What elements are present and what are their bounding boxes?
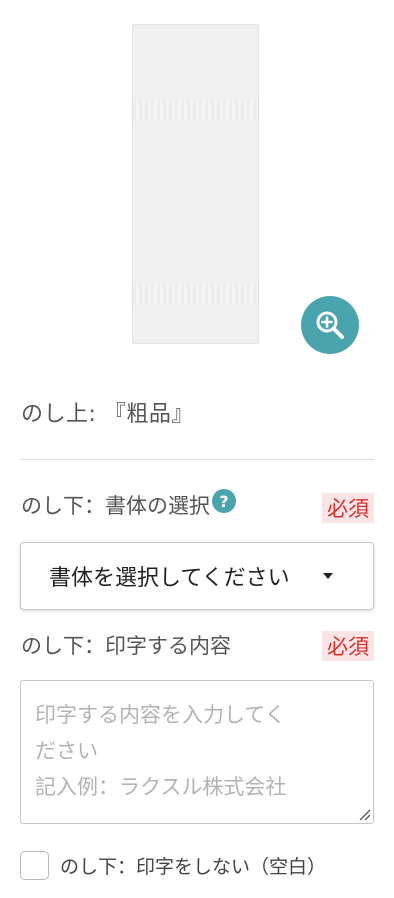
textarea-placeholder-line-1: 印字する内容を入力してく: [35, 703, 286, 727]
font-select-dropdown[interactable]: 書体を選択してください: [20, 542, 374, 610]
font-select-label-text: のし下：書体の選択: [21, 494, 210, 518]
chevron-down-icon: [323, 573, 333, 579]
required-badge-font: 必須: [322, 493, 374, 523]
resize-handle-icon[interactable]: [357, 807, 371, 821]
print-content-textarea[interactable]: 印字する内容を入力してく ださい 記入例：ラクスル株式会社: [20, 680, 374, 824]
font-select-value: 書体を選択してください: [49, 566, 290, 591]
textarea-placeholder-line-3: 記入例：ラクスル株式会社: [35, 775, 287, 799]
textarea-placeholder-line-2: ださい: [35, 739, 98, 763]
print-content-label: のし下：印字する内容: [21, 630, 231, 660]
no-print-option[interactable]: のし下：印字をしない（空白）: [20, 851, 326, 880]
help-icon[interactable]: ?: [212, 489, 236, 513]
noshi-upper-text: のし上: 『粗品』: [21, 402, 194, 427]
product-image: [132, 24, 259, 344]
towel-border-top: [133, 99, 258, 121]
no-print-checkbox[interactable]: [20, 851, 49, 880]
noshi-options-panel: のし上: 『粗品』 のし下：書体の選択 ? 必須 書体を選択してください のし下…: [0, 0, 394, 898]
required-badge-print: 必須: [322, 631, 374, 661]
zoom-in-icon: [316, 311, 344, 339]
print-content-label-text: のし下：印字する内容: [21, 634, 231, 658]
towel-border-bottom: [133, 283, 258, 305]
no-print-label: のし下：印字をしない（空白）: [60, 856, 327, 878]
font-select-label: のし下：書体の選択 ?: [21, 489, 236, 520]
zoom-button[interactable]: [301, 296, 359, 354]
divider: [20, 459, 374, 460]
